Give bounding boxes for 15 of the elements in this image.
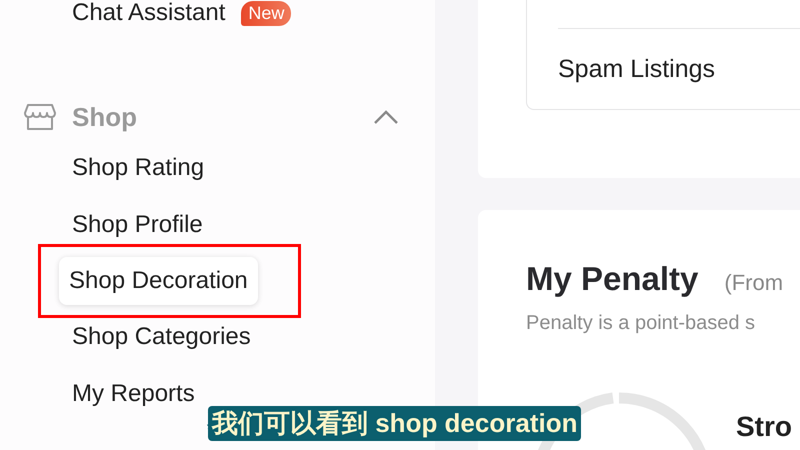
new-badge: New <box>241 0 292 26</box>
sidebar-item[interactable]: Chat Assistant <box>72 0 226 27</box>
store-icon <box>24 103 56 131</box>
sidebar-item[interactable]: Shop Rating <box>60 146 216 190</box>
subtitle-caption: 我们可以看到 shop decoration <box>208 406 582 441</box>
description-text: Penalty is a point-based s <box>526 312 756 335</box>
sidebar-item[interactable]: Shop Profile <box>60 202 215 247</box>
sidebar-item[interactable]: Shop Decoration <box>59 257 258 305</box>
report-item[interactable]: Spam Listings <box>558 54 716 84</box>
card-title: My Penalty <box>526 260 698 298</box>
sidebar-item[interactable]: Shop Categories <box>60 315 263 360</box>
chevron-icon <box>373 109 399 125</box>
sidebar-item[interactable]: My Reports <box>60 372 207 416</box>
status-text: Stro <box>736 411 792 443</box>
period-text: (From <box>724 270 784 296</box>
